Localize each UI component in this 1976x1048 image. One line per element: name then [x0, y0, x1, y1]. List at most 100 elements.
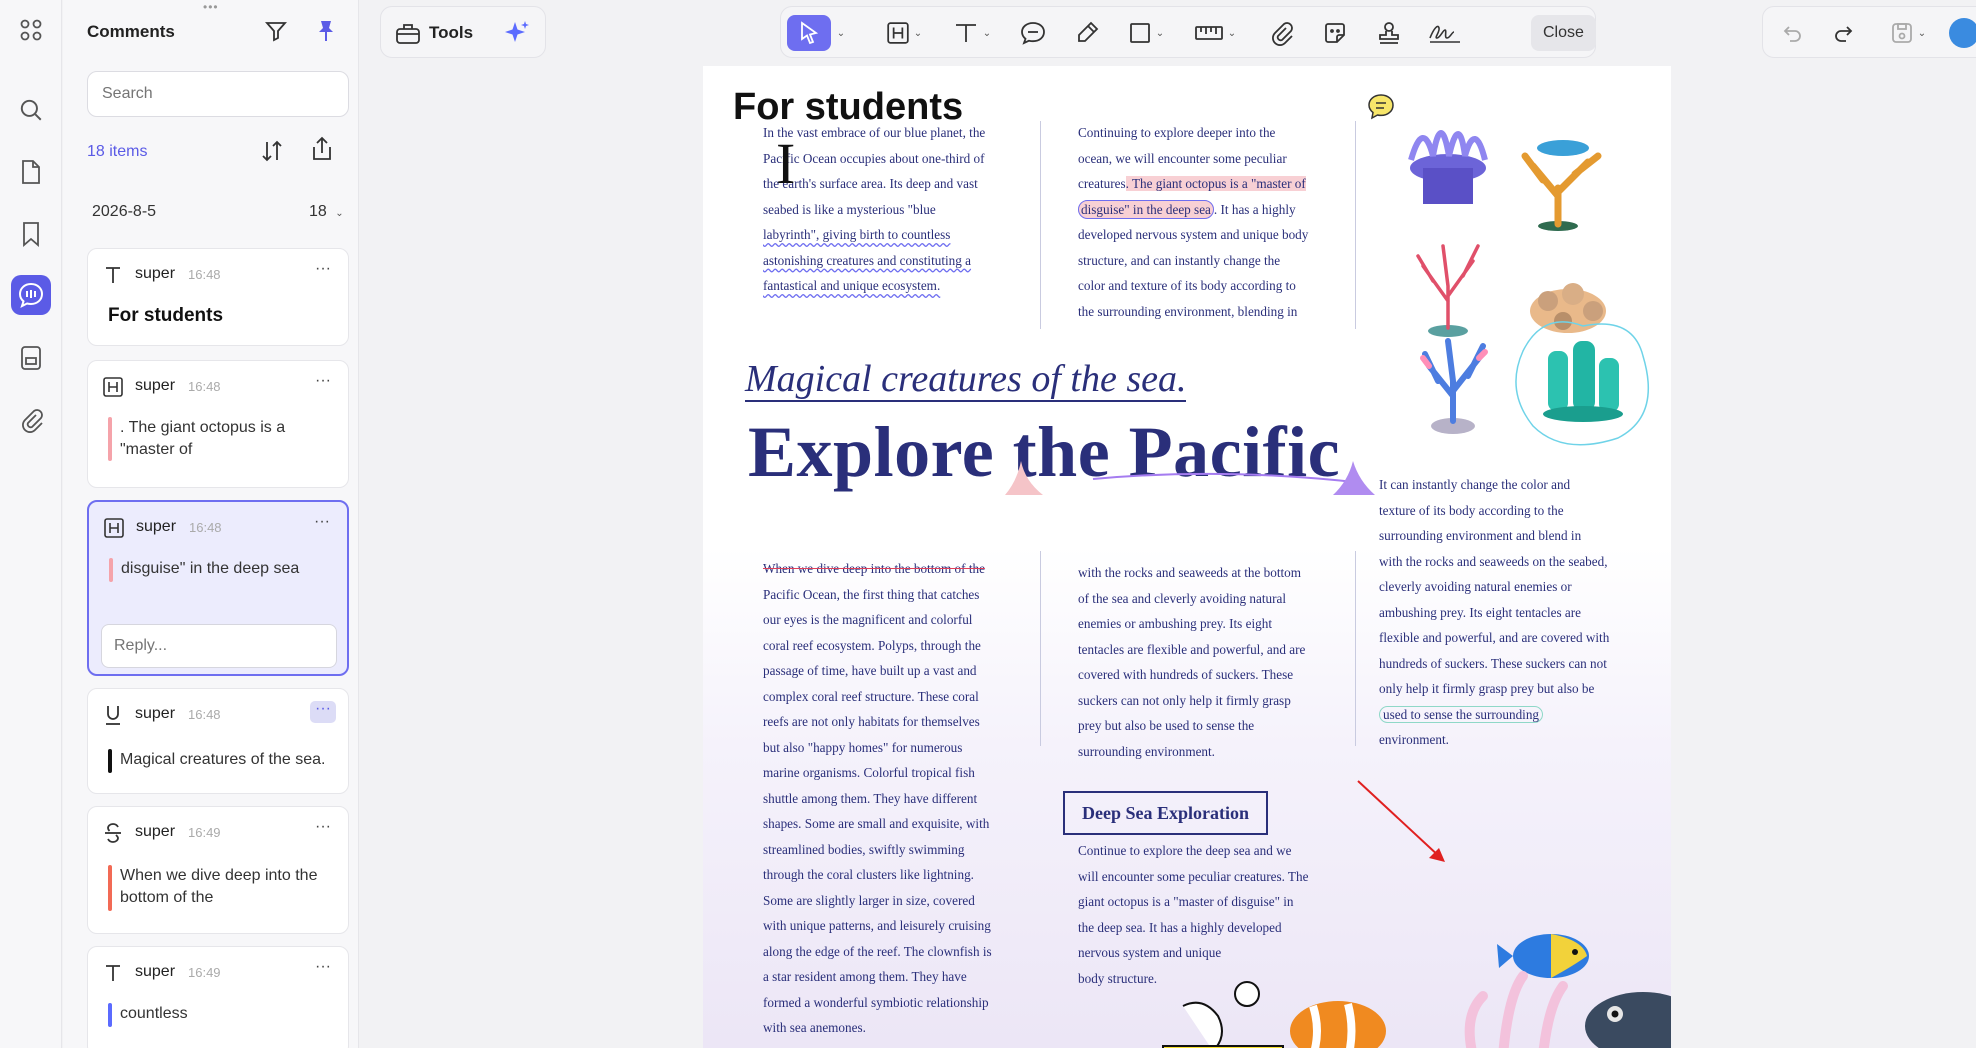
apps-grid-icon[interactable]: [11, 10, 51, 50]
filter-icon[interactable]: [261, 16, 291, 46]
quote-bar: [109, 558, 113, 582]
comment-author: super: [136, 518, 177, 535]
highlight-icon: [103, 517, 125, 539]
shape-tool-button[interactable]: ⌄: [1119, 15, 1173, 51]
chevron-down-icon: ⌄: [335, 208, 344, 219]
column-divider: [1355, 121, 1356, 329]
undo-button[interactable]: [1773, 15, 1813, 51]
redo-button[interactable]: [1823, 15, 1863, 51]
text-line: used to sense the surrounding: [1379, 702, 1639, 728]
sticker-tool-button[interactable]: [1315, 15, 1355, 51]
deep-sea-heading-box[interactable]: Deep Sea Exploration: [1063, 791, 1268, 835]
close-button[interactable]: Close: [1531, 15, 1596, 51]
comment-author: super: [135, 963, 176, 980]
text-line: coral reef ecosystem. Polyps, through th…: [763, 637, 981, 653]
highlighted-text-selected[interactable]: disguise" in the deep sea: [1078, 199, 1214, 219]
sticker-icon: [1325, 23, 1345, 43]
comment-marker-icon[interactable]: [1366, 93, 1396, 126]
attach-tool-button[interactable]: [1261, 15, 1301, 51]
strikethrough-text[interactable]: When we dive deep into the bottom of the: [763, 556, 1025, 582]
toolbox-icon: [396, 24, 420, 44]
text-line: disguise" in the deep sea. It has a high…: [1078, 197, 1340, 223]
text-line: color and texture of its body according …: [1078, 278, 1296, 293]
comment-card-selected[interactable]: super 16:48 ··· disguise" in the deep se…: [87, 500, 349, 676]
text-line: shuttle among them. They have different: [763, 790, 978, 806]
title-decorations: [1005, 461, 1375, 495]
ruler-icon: [1194, 26, 1223, 40]
comment-icon[interactable]: [11, 275, 51, 315]
text-line: Pacific Ocean occupies about one-third o…: [763, 150, 985, 166]
rectangle-icon: [1129, 23, 1150, 43]
save-button[interactable]: ⌄: [1883, 15, 1933, 51]
text-line: hundreds of suckers. These suckers can n…: [1379, 655, 1607, 671]
comment-card[interactable]: super 16:49 ··· When we dive deep into t…: [87, 806, 349, 934]
highlighted-text[interactable]: . The giant octopus is a "master of: [1125, 176, 1306, 191]
attachment-icon: [1272, 22, 1293, 46]
more-options-button[interactable]: ···: [310, 819, 336, 841]
text-line: surrounding environment.: [1078, 743, 1215, 759]
text-line: ambushing prey. Its eight tentacles are: [1379, 604, 1582, 620]
more-options-button[interactable]: ···: [310, 373, 336, 395]
select-dropdown[interactable]: ⌄: [831, 15, 847, 51]
coral-pink-blue-icon: [1420, 338, 1488, 434]
more-options-button[interactable]: ···: [310, 959, 336, 981]
search-input[interactable]: [87, 71, 349, 117]
text-line: shapes. Some are small and exquisite, wi…: [763, 816, 990, 831]
coral-red-icon: [1416, 244, 1480, 337]
measure-tool-button[interactable]: ⌄: [1185, 15, 1245, 51]
reply-input[interactable]: [101, 624, 337, 668]
text-line: ocean, we will encounter some peculiar: [1078, 150, 1287, 166]
sort-icon[interactable]: [257, 136, 287, 166]
page-icon[interactable]: [11, 152, 51, 192]
comment-time: 16:48: [189, 520, 222, 535]
comment-card[interactable]: super 16:48 ··· . The giant octopus is a…: [87, 360, 349, 488]
chevron-down-icon: ⌄: [1155, 27, 1165, 39]
tools-label: Tools: [429, 23, 474, 42]
text-line-annotated: astonishing creatures and constituting a: [763, 252, 972, 268]
more-options-button[interactable]: ···: [310, 261, 336, 283]
document-page[interactable]: For students In the vast embrace of our …: [703, 66, 1671, 1048]
comment-author: super: [135, 823, 176, 840]
user-avatar[interactable]: [1949, 18, 1976, 48]
text-line: structure, and can instantly change the: [1078, 252, 1281, 268]
text-line: only help it firmly grasp prey but also …: [1379, 681, 1595, 696]
pin-icon[interactable]: [311, 16, 341, 46]
export-icon[interactable]: [307, 134, 337, 164]
comment-text: countless: [120, 1005, 188, 1022]
comment-tool-button[interactable]: [1013, 15, 1053, 51]
text-line: enemies or ambushing prey. Its eight: [1078, 616, 1272, 631]
select-tool-button[interactable]: [787, 15, 831, 51]
comment-time: 16:49: [188, 825, 221, 840]
more-options-button[interactable]: ···: [309, 514, 335, 536]
date-group-toggle[interactable]: 18 ⌄: [309, 203, 344, 221]
comment-icon: [1021, 22, 1045, 45]
text-tool-button[interactable]: ⌄: [945, 15, 999, 51]
comment-author: super: [135, 705, 176, 722]
pen-icon: [1078, 21, 1099, 42]
drag-handle-icon[interactable]: •••: [203, 0, 219, 14]
comment-time: 16:48: [188, 379, 221, 394]
comment-card[interactable]: super 16:48 ··· Magical creatures of the…: [87, 688, 349, 794]
text-line: Pacific Ocean, the first thing that catc…: [763, 586, 980, 602]
pen-tool-button[interactable]: [1067, 15, 1107, 51]
bookmark-icon[interactable]: [11, 214, 51, 254]
text-line: along the edge of the reef. The clownfis…: [763, 943, 992, 959]
comment-card[interactable]: super 16:48 ··· For students: [87, 248, 349, 346]
attachment-icon[interactable]: [11, 400, 51, 440]
form-icon[interactable]: [11, 338, 51, 378]
redo-icon: [1835, 26, 1853, 42]
text-block-intro: In the vast embrace of our blue planet, …: [763, 120, 1013, 299]
quote-bar: [108, 749, 112, 773]
ai-sparkle-icon[interactable]: [499, 15, 535, 51]
comments-panel: ••• Comments 18 items 2026-8-5 18 ⌄ supe…: [63, 0, 359, 1048]
comment-card[interactable]: super 16:49 ··· countless: [87, 946, 349, 1048]
signature-tool-button[interactable]: [1423, 15, 1467, 51]
more-options-button[interactable]: ···: [310, 701, 336, 723]
highlight-tool-button[interactable]: ⌄: [877, 15, 931, 51]
search-icon[interactable]: [11, 90, 51, 130]
stamp-tool-button[interactable]: [1369, 15, 1409, 51]
tools-button[interactable]: Tools: [395, 15, 485, 51]
comment-text: . The giant octopus is a "master of: [120, 419, 286, 458]
cloud-annotated-text[interactable]: used to sense the surrounding: [1379, 705, 1544, 723]
text-line: environment.: [1379, 732, 1449, 747]
